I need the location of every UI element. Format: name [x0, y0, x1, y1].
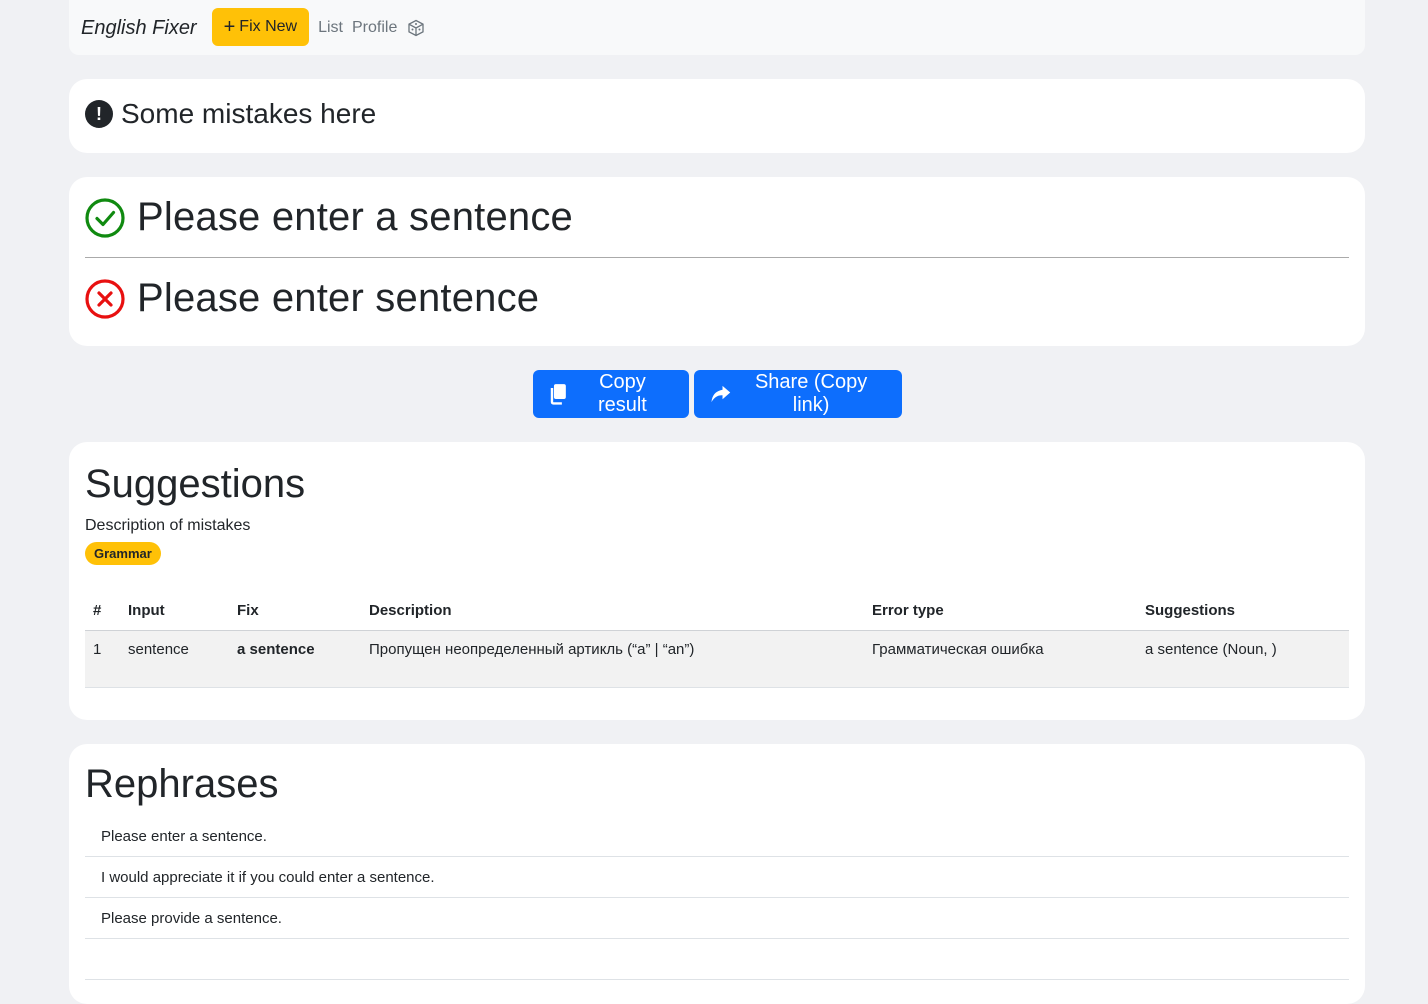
plus-icon: + — [223, 15, 236, 38]
action-buttons: Copy result Share (Copy link) — [69, 370, 1365, 418]
header-description: Description — [361, 592, 864, 631]
row-suggestions: a sentence (Noun, ) — [1137, 630, 1349, 688]
rephrases-list: Please enter a sentence. I would appreci… — [85, 816, 1349, 980]
original-sentence: Please enter sentence — [137, 276, 540, 320]
nav-link-profile[interactable]: Profile — [352, 19, 397, 37]
row-error-type: Грамматическая ошибка — [864, 630, 1137, 688]
x-circle-icon — [85, 278, 125, 319]
header-num: # — [85, 592, 120, 631]
header-suggestions: Suggestions — [1137, 592, 1349, 631]
rephrases-card: Rephrases Please enter a sentence. I wou… — [69, 744, 1365, 1004]
suggestions-card: Suggestions Description of mistakes Gram… — [69, 442, 1365, 720]
copy-result-button[interactable]: Copy result — [532, 370, 689, 418]
share-button[interactable]: Share (Copy link) — [693, 370, 902, 418]
cube-icon[interactable] — [407, 19, 425, 37]
header-fix: Fix — [229, 592, 361, 631]
comparison-divider — [85, 257, 1349, 258]
row-input: sentence — [120, 630, 229, 688]
nav-link-list[interactable]: List — [318, 19, 343, 37]
page-container: English Fixer + Fix New List Profile ! S… — [69, 0, 1365, 1004]
grammar-badge: Grammar — [85, 542, 161, 565]
copy-result-label: Copy result — [597, 371, 647, 416]
list-item — [85, 939, 1349, 980]
original-row: Please enter sentence — [85, 276, 539, 321]
fix-new-button[interactable]: + Fix New — [211, 7, 310, 46]
corrected-row: Please enter a sentence — [85, 195, 573, 240]
list-item: Please enter a sentence. — [85, 816, 1349, 857]
table-row: 1 sentence a sentence Пропущен неопредел… — [85, 630, 1349, 688]
check-circle-icon — [85, 197, 125, 238]
status-message: Some mistakes here — [121, 98, 377, 129]
suggestions-table: # Input Fix Description Error type Sugge… — [85, 592, 1349, 688]
share-icon — [710, 385, 730, 403]
status-row: ! Some mistakes here — [85, 98, 376, 130]
header-error-type: Error type — [864, 592, 1137, 631]
row-description: Пропущен неопределенный артикль (“a” | “… — [361, 630, 864, 688]
navbar: English Fixer + Fix New List Profile — [69, 0, 1365, 55]
brand-logo[interactable]: English Fixer — [81, 17, 197, 40]
copy-icon — [550, 384, 566, 405]
header-input: Input — [120, 592, 229, 631]
status-card: ! Some mistakes here — [69, 79, 1365, 153]
fix-new-label: Fix New — [239, 17, 298, 35]
list-item: Please provide a sentence. — [85, 898, 1349, 939]
row-fix: a sentence — [229, 630, 361, 688]
comparison-card: Please enter a sentence Please enter sen… — [69, 177, 1365, 346]
table-header-row: # Input Fix Description Error type Sugge… — [85, 592, 1349, 631]
list-item: I would appreciate it if you could enter… — [85, 857, 1349, 898]
suggestions-description: Description of mistakes — [85, 517, 251, 534]
exclamation-circle-icon: ! — [85, 100, 113, 128]
rephrases-title: Rephrases — [85, 762, 279, 806]
corrected-sentence: Please enter a sentence — [137, 195, 574, 239]
suggestions-title: Suggestions — [85, 462, 306, 506]
share-label: Share (Copy link) — [754, 371, 868, 416]
row-num: 1 — [85, 630, 120, 688]
